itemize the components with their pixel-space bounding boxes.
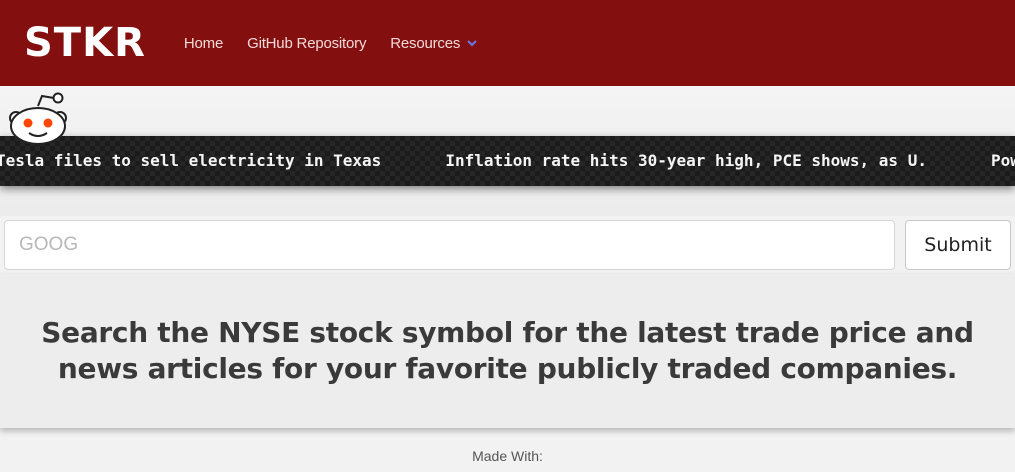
reddit-alien-icon xyxy=(9,92,67,145)
hero-panel: Search the NYSE stock symbol for the lat… xyxy=(0,274,1015,428)
ticker-headline[interactable]: Powell-Signa xyxy=(991,151,1015,170)
ticker-track: Tesla files to sell electricity in Texas… xyxy=(0,151,1015,170)
brand-logo[interactable]: STKR xyxy=(24,20,146,66)
nav-links: Home GitHub Repository Resources xyxy=(184,35,502,52)
news-ticker: Tesla files to sell electricity in Texas… xyxy=(0,136,1015,186)
resources-label: Resources xyxy=(390,34,461,52)
made-with-label: Made With: xyxy=(472,448,543,464)
stock-symbol-input[interactable] xyxy=(4,220,895,270)
submit-button[interactable]: Submit xyxy=(905,220,1011,270)
ticker-headline[interactable]: Inflation rate hits 30-year high, PCE sh… xyxy=(445,151,927,170)
nav-link-github[interactable]: GitHub Repository xyxy=(247,35,366,52)
ticker-headline[interactable]: Tesla files to sell electricity in Texas xyxy=(0,151,381,170)
navbar: STKR Home GitHub Repository Resources xyxy=(0,0,1015,86)
search-form: Submit xyxy=(4,220,1011,270)
nav-link-home[interactable]: Home xyxy=(184,35,223,52)
chevron-down-icon xyxy=(467,40,477,47)
hero-description: Search the NYSE stock symbol for the lat… xyxy=(41,316,974,385)
nav-link-resources[interactable]: Resources xyxy=(390,35,478,52)
